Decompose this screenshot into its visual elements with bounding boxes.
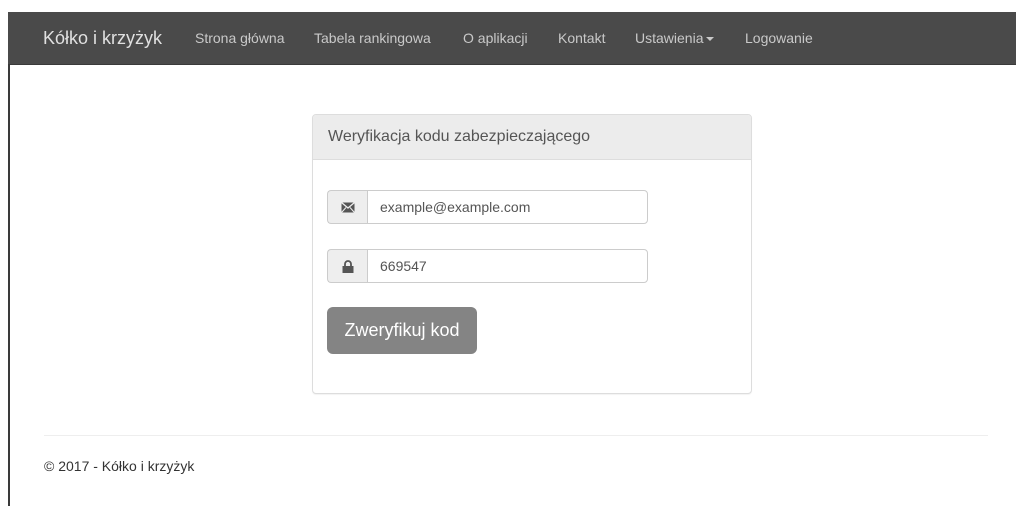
email-input-group bbox=[327, 190, 648, 224]
window-edge bbox=[8, 12, 10, 506]
top-navbar: Kółko i krzyżyk Strona główna Tabela ran… bbox=[8, 12, 1016, 65]
envelope-icon bbox=[327, 190, 367, 224]
email-field[interactable] bbox=[367, 190, 648, 224]
nav-item-settings-dropdown[interactable]: Ustawienia bbox=[635, 12, 715, 65]
nav-item-login[interactable]: Logowanie bbox=[745, 12, 813, 65]
footer-divider bbox=[44, 435, 988, 436]
nav-item-home[interactable]: Strona główna bbox=[195, 12, 285, 65]
caret-down-icon bbox=[706, 37, 715, 42]
verify-code-button[interactable]: Zweryfikuj kod bbox=[327, 307, 477, 354]
panel-title: Weryfikacja kodu zabezpieczającego bbox=[313, 115, 751, 160]
verification-code-field[interactable] bbox=[367, 249, 648, 283]
footer-copyright: © 2017 - Kółko i krzyżyk bbox=[44, 458, 195, 474]
lock-icon bbox=[327, 249, 367, 283]
brand-link[interactable]: Kółko i krzyżyk bbox=[43, 12, 162, 65]
code-input-group bbox=[327, 249, 648, 283]
nav-item-about[interactable]: O aplikacji bbox=[463, 12, 528, 65]
nav-item-ranking[interactable]: Tabela rankingowa bbox=[314, 12, 431, 65]
nav-item-settings-label: Ustawienia bbox=[635, 30, 704, 46]
nav-item-contact[interactable]: Kontakt bbox=[558, 12, 605, 65]
verification-panel: Weryfikacja kodu zabezpieczającego Zwery… bbox=[312, 114, 752, 394]
